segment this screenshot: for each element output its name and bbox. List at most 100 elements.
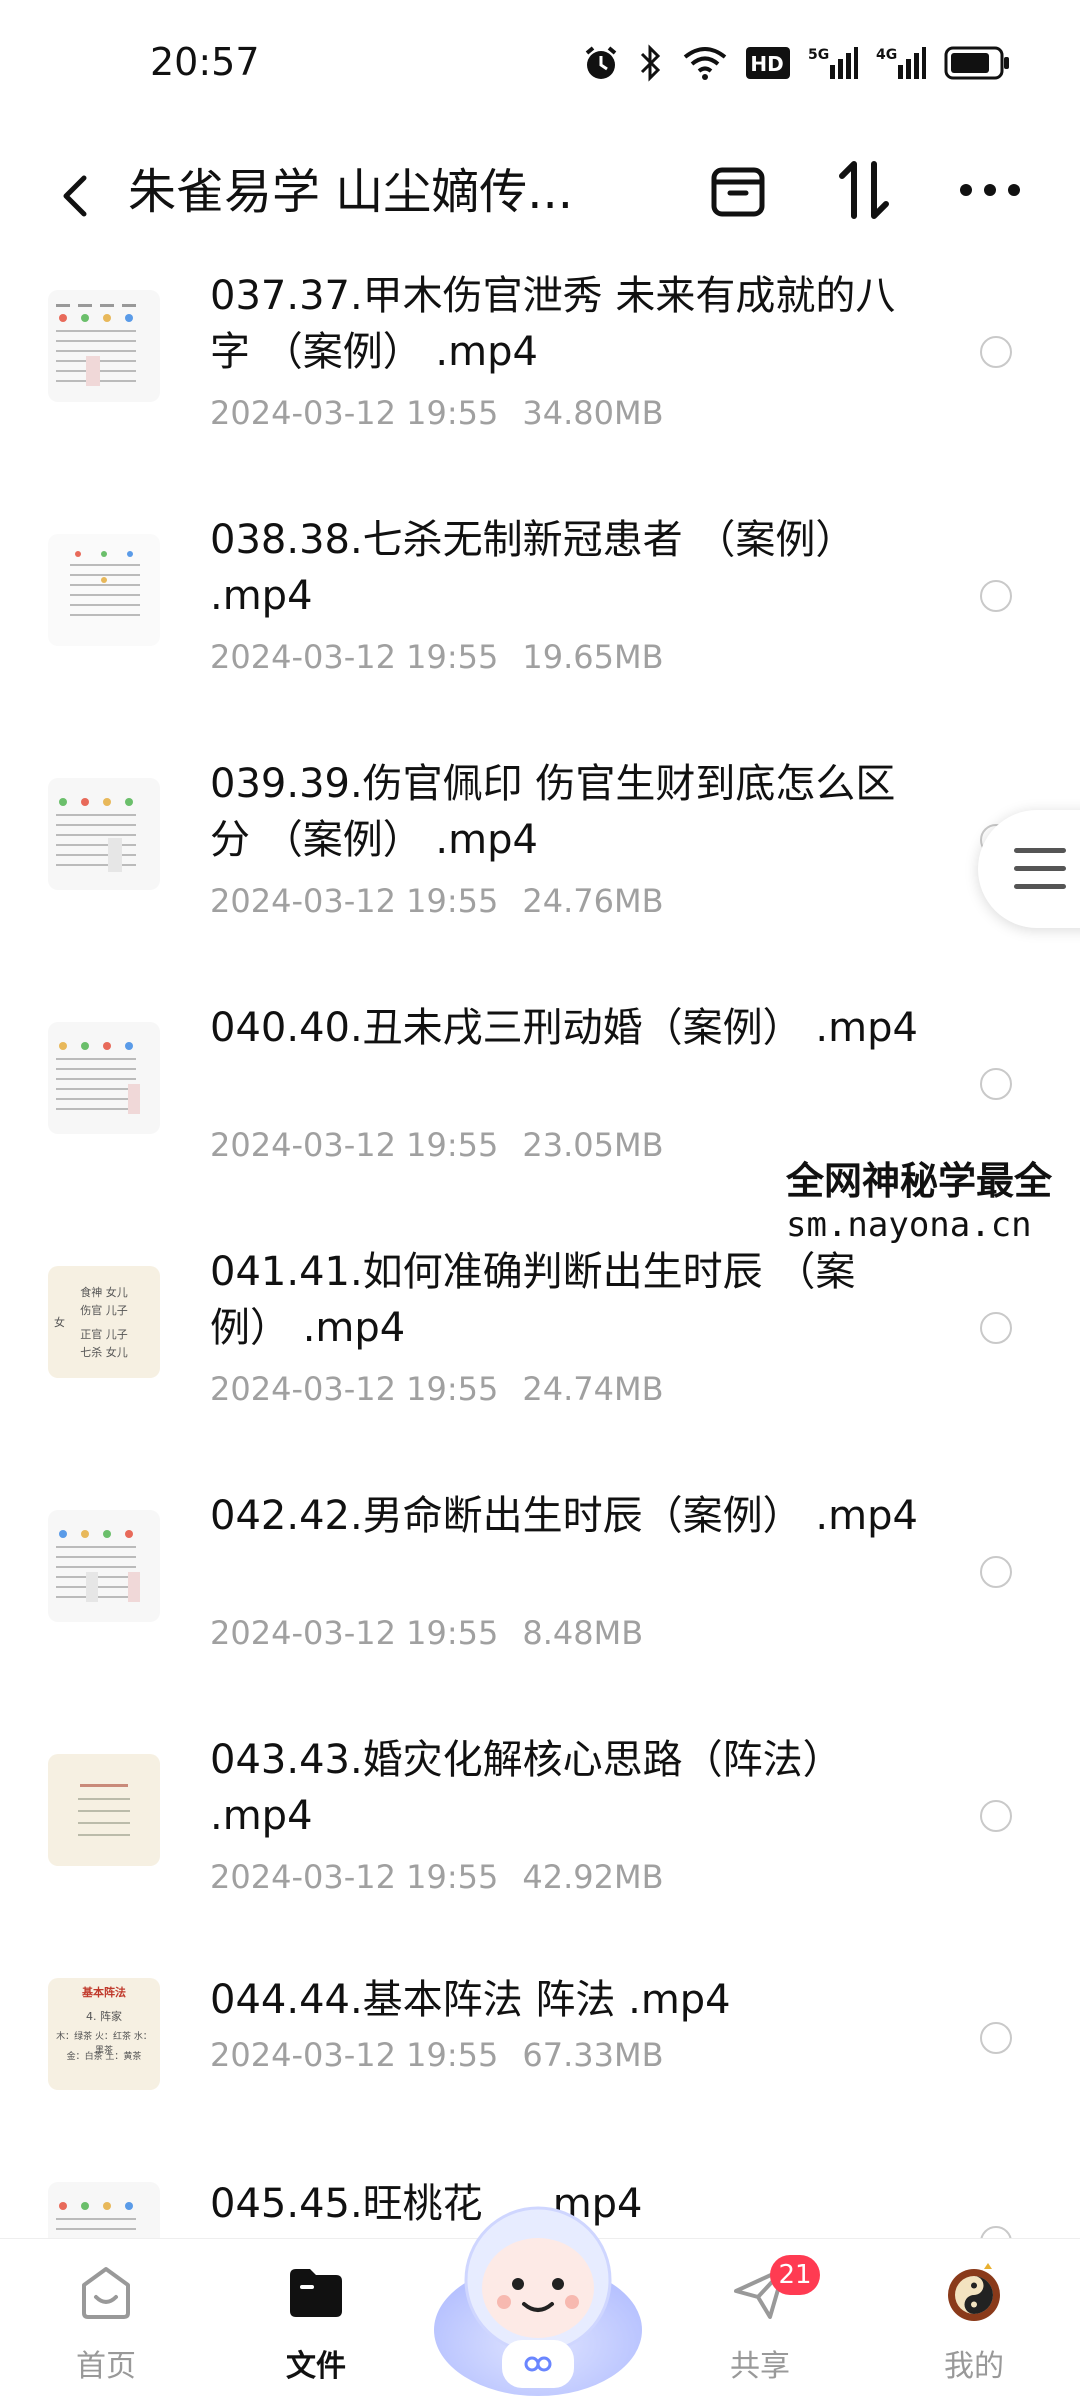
- file-meta: 2024-03-12 19:55 42.92MB: [210, 1858, 664, 1896]
- video-thumbnail: [48, 1754, 160, 1866]
- wifi-icon: [682, 45, 728, 81]
- nav-mine[interactable]: 我的: [904, 2259, 1044, 2389]
- signal-5g-icon: 5G: [808, 45, 858, 81]
- file-name: 041.41.如何准确判断出生时辰 （案例） .mp4: [210, 1249, 856, 1351]
- folder-icon: [290, 2269, 342, 2317]
- select-checkbox[interactable]: [980, 336, 1012, 368]
- video-thumbnail: [48, 1510, 160, 1622]
- thumb-text: 七杀 女儿: [80, 1346, 128, 1359]
- watermark: 全网神秘学最全 sm.nayona.cn: [786, 1150, 1080, 1245]
- nav-files[interactable]: 文件: [246, 2259, 386, 2389]
- file-size: 42.92MB: [522, 1858, 664, 1896]
- video-thumbnail: [48, 290, 160, 402]
- video-thumbnail: [48, 2182, 160, 2242]
- archive-icon: [711, 167, 765, 217]
- thumb-text: 食神 女儿: [80, 1286, 128, 1299]
- file-meta: 2024-03-12 19:55 34.80MB: [210, 394, 664, 432]
- video-thumbnail: [48, 778, 160, 890]
- file-row[interactable]: 039.39.伤官佩印 伤官生财到底怎么区分 （案例） .mp4 2024-03…: [0, 748, 1080, 948]
- back-button[interactable]: [50, 160, 110, 230]
- file-date: 2024-03-12 19:55: [210, 1858, 499, 1896]
- select-checkbox[interactable]: [980, 580, 1012, 612]
- nav-label: 共享: [730, 2349, 790, 2384]
- bluetooth-icon: [638, 44, 664, 82]
- file-meta: 2024-03-12 19:55 8.48MB: [210, 1614, 643, 1652]
- nav-home[interactable]: 首页: [36, 2259, 176, 2389]
- file-date: 2024-03-12 19:55: [210, 1614, 499, 1652]
- signal-4g-label: 4G: [876, 47, 897, 63]
- file-row[interactable]: 037.37.甲木伤官泄秀 未来有成就的八字 （案例） .mp4 2024-03…: [0, 260, 1080, 460]
- signal-4g-icon: 4G: [876, 45, 926, 81]
- mascot-icon: [434, 2206, 642, 2396]
- file-date: 2024-03-12 19:55: [210, 1126, 499, 1164]
- file-size: 24.74MB: [522, 1370, 664, 1408]
- video-thumbnail: 基本阵法 4. 阵家 木：绿茶 火：红茶 水：黑茶 金：白茶 土：黄茶: [48, 1978, 160, 2090]
- file-row[interactable]: 食神 女儿 伤官 儿子 女 正官 儿子 七杀 女儿 041.41.如何准确判断出…: [0, 1236, 1080, 1436]
- thumb-text: 正官 儿子: [80, 1328, 128, 1341]
- file-size: 19.65MB: [522, 638, 664, 676]
- archive-button[interactable]: [696, 148, 780, 232]
- page-title: 朱雀易学 山尘嫡传...: [128, 164, 574, 220]
- file-row[interactable]: 043.43.婚灾化解核心思路（阵法） .mp4 2024-03-12 19:5…: [0, 1724, 1080, 1924]
- file-meta: 2024-03-12 19:55 19.65MB: [210, 638, 664, 676]
- menu-icon: [1014, 848, 1066, 853]
- file-date: 2024-03-12 19:55: [210, 394, 499, 432]
- file-date: 2024-03-12 19:55: [210, 2036, 499, 2074]
- video-thumbnail: [48, 1022, 160, 1134]
- file-size: 8.48MB: [522, 1614, 644, 1652]
- assistant-mascot-button[interactable]: [428, 2180, 648, 2400]
- file-meta: 2024-03-12 19:55 23.05MB: [210, 1126, 664, 1164]
- menu-icon: [1014, 866, 1066, 871]
- thumb-text: 基本阵法: [82, 1986, 126, 1999]
- battery-icon: [944, 46, 1010, 80]
- status-time: 20:57: [150, 40, 260, 84]
- file-size: 34.80MB: [522, 394, 664, 432]
- file-size: 23.05MB: [522, 1126, 664, 1164]
- watermark-line2: sm.nayona.cn: [786, 1205, 1032, 1245]
- select-checkbox[interactable]: [980, 1800, 1012, 1832]
- notification-badge: 21: [770, 2255, 820, 2295]
- select-checkbox[interactable]: [980, 1068, 1012, 1100]
- more-icon: [960, 184, 1020, 196]
- file-name: 044.44.基本阵法 阵法 .mp4: [210, 1977, 731, 2023]
- video-thumbnail: [48, 534, 160, 646]
- status-icons: HD 5G 4G: [582, 44, 1010, 82]
- file-row[interactable]: 038.38.七杀无制新冠患者 （案例） .mp4 2024-03-12 19:…: [0, 504, 1080, 704]
- file-date: 2024-03-12 19:55: [210, 1370, 499, 1408]
- select-checkbox[interactable]: [980, 1312, 1012, 1344]
- file-date: 2024-03-12 19:55: [210, 638, 499, 676]
- file-row[interactable]: 042.42.男命断出生时辰（案例） .mp4 2024-03-12 19:55…: [0, 1480, 1080, 1680]
- nav-share[interactable]: 21 共享: [690, 2255, 830, 2389]
- signal-5g-label: 5G: [808, 47, 829, 63]
- file-size: 24.76MB: [522, 882, 664, 920]
- sort-icon: [839, 161, 889, 219]
- back-icon: [63, 175, 87, 217]
- select-checkbox[interactable]: [980, 2022, 1012, 2054]
- hd-icon: HD: [746, 47, 790, 79]
- nav-label: 文件: [286, 2349, 346, 2384]
- thumb-text: 金：白茶 土：黄茶: [66, 2052, 142, 2062]
- nav-label: 我的: [944, 2349, 1004, 2384]
- watermark-line1: 全网神秘学最全: [786, 1159, 1053, 1203]
- file-meta: 2024-03-12 19:55 24.76MB: [210, 882, 664, 920]
- avatar-icon: [948, 2263, 1000, 2321]
- status-bar: 20:57 HD 5G 4G: [0, 0, 1080, 130]
- app-header: 朱雀易学 山尘嫡传...: [0, 130, 1080, 260]
- file-row[interactable]: 基本阵法 4. 阵家 木：绿茶 火：红茶 水：黑茶 金：白茶 土：黄茶 044.…: [0, 1968, 1080, 2128]
- sort-button[interactable]: [822, 148, 906, 232]
- select-checkbox[interactable]: [980, 1556, 1012, 1588]
- file-size: 67.33MB: [522, 2036, 664, 2074]
- thumb-text: 4. 阵家: [86, 2010, 122, 2023]
- video-thumbnail: 食神 女儿 伤官 儿子 女 正官 儿子 七杀 女儿: [48, 1266, 160, 1378]
- file-name: 042.42.男命断出生时辰（案例） .mp4: [210, 1493, 918, 1539]
- alarm-icon: [582, 44, 620, 82]
- home-icon: [82, 2267, 130, 2319]
- more-button[interactable]: [948, 148, 1032, 232]
- file-name: 040.40.丑未戌三刑动婚（案例） .mp4: [210, 1005, 918, 1051]
- file-meta: 2024-03-12 19:55 67.33MB: [210, 2036, 664, 2074]
- menu-icon: [1014, 884, 1066, 889]
- hd-label: HD: [750, 52, 783, 76]
- nav-label: 首页: [76, 2349, 136, 2384]
- file-meta: 2024-03-12 19:55 24.74MB: [210, 1370, 664, 1408]
- file-date: 2024-03-12 19:55: [210, 882, 499, 920]
